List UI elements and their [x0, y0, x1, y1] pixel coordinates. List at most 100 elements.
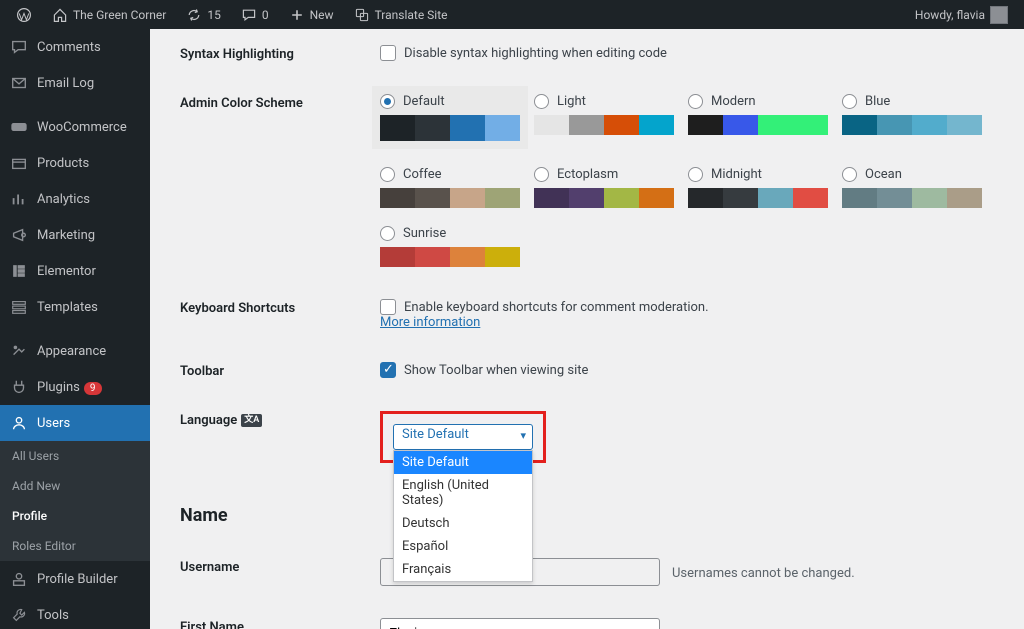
- language-label: Language文A: [180, 411, 380, 463]
- color-swatches: [842, 115, 982, 135]
- username-label: Username: [180, 558, 380, 586]
- new-link[interactable]: New: [281, 7, 342, 23]
- email-icon: [10, 74, 28, 92]
- admin-sidebar: CommentsEmail Log WooCommerceProductsAnal…: [0, 29, 150, 629]
- sidebar-item-marketing[interactable]: Marketing: [0, 217, 150, 253]
- howdy-text: Howdy, flavia: [915, 8, 985, 22]
- color-scheme-picker: DefaultLightModernBlueCoffeeEctoplasmMid…: [380, 94, 994, 267]
- sidebar-item-templates[interactable]: Templates: [0, 289, 150, 325]
- wp-logo[interactable]: [8, 7, 40, 23]
- toolbar-label: Toolbar: [180, 362, 380, 379]
- color-swatches: [688, 188, 828, 208]
- updates-link[interactable]: 15: [178, 7, 229, 23]
- comments-link[interactable]: 0: [233, 7, 277, 23]
- color-scheme-light[interactable]: Light: [534, 94, 674, 149]
- profile-form: Syntax Highlighting Disable syntax highl…: [150, 29, 1024, 629]
- toolbar-checkbox[interactable]: [380, 362, 396, 378]
- language-option[interactable]: Français: [394, 558, 532, 581]
- language-option[interactable]: English (United States): [394, 474, 532, 512]
- keyboard-shortcuts-label: Keyboard Shortcuts: [180, 299, 380, 330]
- sidebar-item-tools[interactable]: Tools: [0, 597, 150, 629]
- radio[interactable]: [842, 94, 857, 109]
- username-hint: Usernames cannot be changed.: [672, 566, 855, 581]
- sidebar-item-email-log[interactable]: Email Log: [0, 65, 150, 101]
- new-label: New: [310, 8, 334, 22]
- radio[interactable]: [842, 167, 857, 182]
- toolbar-checkbox-label[interactable]: Show Toolbar when viewing site: [380, 362, 994, 378]
- language-select[interactable]: Site Default: [393, 424, 533, 450]
- comment-icon: [241, 7, 257, 23]
- sidebar-sub-add-new[interactable]: Add New: [0, 471, 150, 501]
- color-swatches: [534, 188, 674, 208]
- sidebar-sub-profile[interactable]: Profile: [0, 501, 150, 531]
- badge: 9: [84, 382, 102, 395]
- site-name-link[interactable]: The Green Corner: [44, 7, 174, 23]
- radio[interactable]: [688, 94, 703, 109]
- color-swatches: [380, 247, 520, 267]
- refresh-icon: [186, 7, 202, 23]
- keyboard-shortcuts-checkbox[interactable]: [380, 299, 396, 315]
- sidebar-sub-roles-editor[interactable]: Roles Editor: [0, 531, 150, 561]
- keyboard-shortcuts-checkbox-label[interactable]: Enable keyboard shortcuts for comment mo…: [380, 299, 994, 315]
- color-scheme-modern[interactable]: Modern: [688, 94, 828, 149]
- profile-builder-icon: [10, 570, 28, 588]
- sidebar-item-analytics[interactable]: Analytics: [0, 181, 150, 217]
- translate-icon: 文A: [241, 414, 262, 427]
- color-scheme-blue[interactable]: Blue: [842, 94, 982, 149]
- sidebar-item-comments[interactable]: Comments: [0, 29, 150, 65]
- radio[interactable]: [688, 167, 703, 182]
- more-info-link[interactable]: More information: [380, 315, 480, 330]
- color-scheme-default[interactable]: Default: [372, 86, 528, 149]
- sidebar-item-products[interactable]: Products: [0, 145, 150, 181]
- sidebar-item-profile-builder[interactable]: Profile Builder: [0, 561, 150, 597]
- color-scheme-ocean[interactable]: Ocean: [842, 167, 982, 208]
- language-highlight-box: Site Default Site DefaultEnglish (United…: [380, 411, 546, 463]
- name-section-heading: Name: [180, 505, 380, 526]
- color-scheme-label: Admin Color Scheme: [180, 94, 380, 111]
- color-scheme-midnight[interactable]: Midnight: [688, 167, 828, 208]
- translate-icon: [354, 7, 370, 23]
- marketing-icon: [10, 226, 28, 244]
- color-swatches: [842, 188, 982, 208]
- color-swatches: [688, 115, 828, 135]
- woo-icon: [10, 118, 28, 136]
- comments-count: 0: [262, 8, 269, 22]
- sidebar-item-plugins[interactable]: Plugins9: [0, 369, 150, 405]
- language-option[interactable]: Español: [394, 535, 532, 558]
- color-scheme-coffee[interactable]: Coffee: [380, 167, 520, 208]
- translate-link[interactable]: Translate Site: [346, 7, 456, 23]
- radio[interactable]: [380, 94, 395, 109]
- radio[interactable]: [380, 226, 395, 241]
- radio[interactable]: [380, 167, 395, 182]
- sidebar-item-users[interactable]: Users: [0, 405, 150, 441]
- color-swatches: [380, 188, 520, 208]
- account-link[interactable]: Howdy, flavia: [907, 6, 1016, 24]
- color-swatches: [534, 115, 674, 135]
- plugins-icon: [10, 378, 28, 396]
- first-name-input[interactable]: [380, 618, 660, 629]
- language-option[interactable]: Site Default: [394, 451, 532, 474]
- users-icon: [10, 414, 28, 432]
- analytics-icon: [10, 190, 28, 208]
- syntax-highlighting-checkbox[interactable]: [380, 45, 396, 61]
- sidebar-item-appearance[interactable]: Appearance: [0, 333, 150, 369]
- sidebar-item-woocommerce[interactable]: WooCommerce: [0, 109, 150, 145]
- admin-toolbar: The Green Corner 15 0 New Translate Site…: [0, 0, 1024, 29]
- plus-icon: [289, 7, 305, 23]
- syntax-highlighting-checkbox-label[interactable]: Disable syntax highlighting when editing…: [380, 45, 994, 61]
- radio[interactable]: [534, 94, 549, 109]
- color-swatches: [380, 115, 520, 141]
- first-name-label: First Name: [180, 618, 380, 629]
- language-option[interactable]: Deutsch: [394, 512, 532, 535]
- appearance-icon: [10, 342, 28, 360]
- radio[interactable]: [534, 167, 549, 182]
- home-icon: [52, 7, 68, 23]
- translate-label: Translate Site: [375, 8, 448, 22]
- products-icon: [10, 154, 28, 172]
- color-scheme-ectoplasm[interactable]: Ectoplasm: [534, 167, 674, 208]
- sidebar-sub-all-users[interactable]: All Users: [0, 441, 150, 471]
- elementor-icon: [10, 262, 28, 280]
- site-name-label: The Green Corner: [73, 8, 166, 22]
- color-scheme-sunrise[interactable]: Sunrise: [380, 226, 520, 267]
- sidebar-item-elementor[interactable]: Elementor: [0, 253, 150, 289]
